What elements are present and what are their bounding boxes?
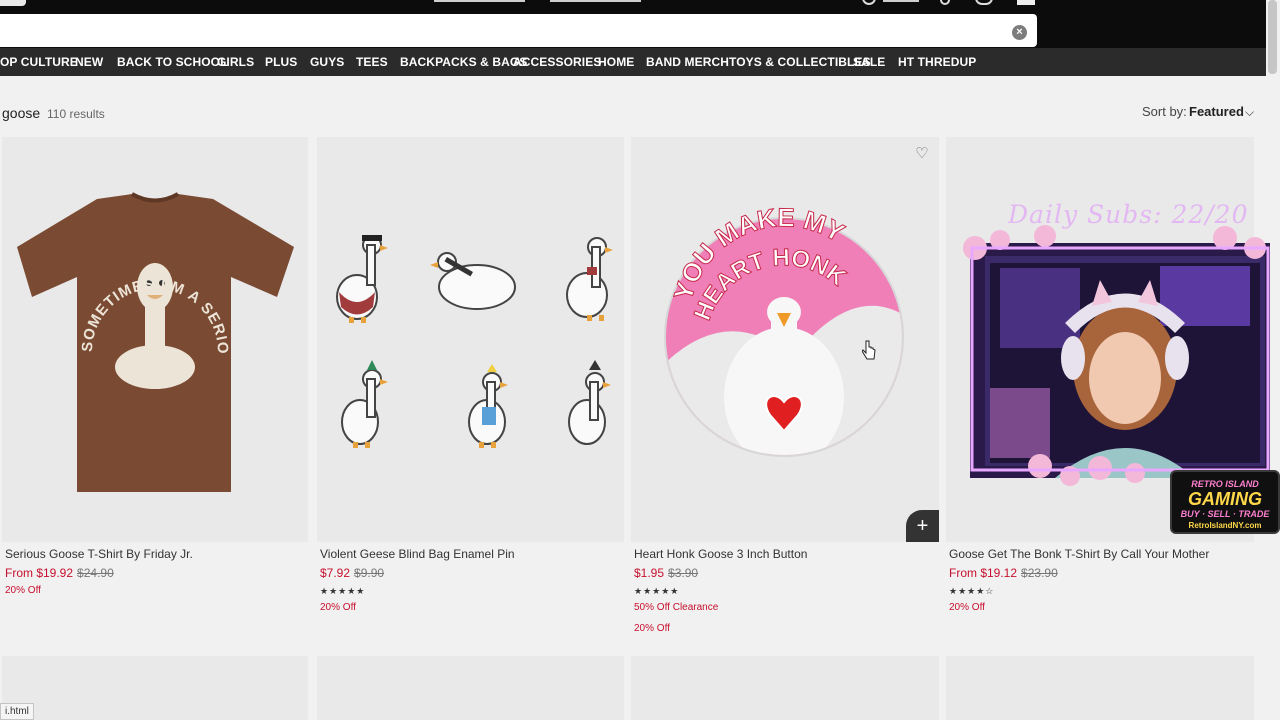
- chevron-down-icon[interactable]: ⌵: [1245, 105, 1254, 120]
- nav-item-home[interactable]: HOME: [598, 55, 634, 69]
- nav-item-girls[interactable]: GIRLS: [217, 55, 254, 69]
- product-image[interactable]: [317, 137, 624, 542]
- sale-price: $7.92: [320, 566, 351, 580]
- product-title[interactable]: Goose Get The Bonk T-Shirt By Call Your …: [949, 547, 1209, 561]
- nav-item-back-to-school[interactable]: BACK TO SCHOOL: [117, 55, 228, 69]
- header-link-underline[interactable]: [434, 0, 525, 2]
- wishlist-icon[interactable]: [940, 0, 950, 5]
- rating-stars: ★★★★☆: [949, 586, 995, 596]
- sale-price: From $19.92: [5, 566, 74, 580]
- site-header: ×: [0, 0, 1280, 48]
- original-price: $3.90: [668, 566, 699, 580]
- product-price: $7.92 $9.90: [320, 566, 384, 580]
- nav-item-sale[interactable]: SALE: [853, 55, 885, 69]
- nav-item-ht-thredup[interactable]: HT THREDUP: [898, 55, 976, 69]
- product-image[interactable]: [946, 656, 1254, 720]
- nav-item-guys[interactable]: GUYS: [310, 55, 344, 69]
- product-image[interactable]: YOU MAKE MY HEART HONK: [631, 137, 939, 542]
- mouse-cursor-icon: [862, 340, 876, 360]
- clearance-badge: 50% Off Clearance: [634, 602, 719, 613]
- product-price: From $19.12 $23.90: [949, 566, 1058, 580]
- search-bar: [0, 14, 1037, 47]
- site-logo[interactable]: [0, 0, 26, 6]
- product-image[interactable]: [2, 656, 308, 720]
- wishlist-heart-icon[interactable]: ♡: [912, 145, 932, 163]
- discount-badge: 20% Off: [634, 623, 670, 634]
- nav-item-plus[interactable]: PLUS: [265, 55, 297, 69]
- category-nav: OP CULTURE NEW BACK TO SCHOOL GIRLS PLUS…: [0, 48, 1280, 76]
- nav-item-toys-collectibles[interactable]: TOYS & COLLECTIBLES: [729, 55, 871, 69]
- discount-badge: 20% Off: [320, 602, 356, 613]
- shirt-print-text: SOMETIMES I'M A SERIOUS GOOSE: [2, 137, 231, 355]
- sort-label: Sort by:: [1142, 104, 1187, 119]
- nav-item-accessories[interactable]: ACCESSORIES: [513, 55, 601, 69]
- menu-icon[interactable]: [1017, 0, 1035, 5]
- product-image[interactable]: [317, 656, 624, 720]
- product-title[interactable]: Violent Geese Blind Bag Enamel Pin: [320, 547, 515, 561]
- search-input[interactable]: [10, 20, 990, 42]
- rating-stars: ★★★★★: [634, 586, 680, 596]
- scrollbar-thumb[interactable]: [1268, 0, 1277, 74]
- nav-item-backpacks-bags[interactable]: BACKPACKS & BAGS: [400, 55, 527, 69]
- rating-stars: ★★★★★: [320, 586, 366, 596]
- product-price: From $19.92 $24.90: [5, 566, 114, 580]
- account-icon[interactable]: [862, 0, 876, 5]
- sale-price: From $19.12: [949, 566, 1018, 580]
- product-price: $1.95 $3.90: [634, 566, 698, 580]
- original-price: $23.90: [1021, 566, 1058, 580]
- original-price: $9.90: [354, 566, 385, 580]
- search-query: goose: [2, 105, 41, 121]
- nav-item-pop-culture[interactable]: OP CULTURE: [0, 55, 78, 69]
- result-count: 110 results: [47, 107, 105, 121]
- clear-search-icon[interactable]: ×: [1012, 25, 1027, 40]
- account-link-underline[interactable]: [883, 0, 919, 2]
- original-price: $24.90: [77, 566, 114, 580]
- webcam-overlay: [963, 225, 1270, 486]
- product-image[interactable]: [631, 656, 939, 720]
- quick-add-button[interactable]: +: [906, 510, 939, 542]
- status-bar-url: i.html: [0, 703, 34, 720]
- product-title[interactable]: Serious Goose T-Shirt By Friday Jr.: [5, 547, 193, 561]
- svg-text:SOMETIMES I'M A SERIOUS GOOSE: SOMETIMES I'M A SERIOUS GOOSE: [2, 137, 231, 355]
- discount-badge: 20% Off: [5, 585, 41, 596]
- cart-icon[interactable]: [975, 0, 993, 5]
- nav-item-band-merch[interactable]: BAND MERCH: [646, 55, 729, 69]
- sort-dropdown[interactable]: Featured: [1189, 104, 1244, 119]
- nav-item-tees[interactable]: TEES: [356, 55, 388, 69]
- sale-price: $1.95: [634, 566, 665, 580]
- sponsor-text: GAMING: [1188, 489, 1262, 509]
- sponsor-text: BUY · SELL · TRADE: [1180, 509, 1270, 519]
- discount-badge: 20% Off: [949, 602, 985, 613]
- sponsor-logo: RETRO ISLAND GAMING BUY · SELL · TRADE R…: [1170, 470, 1280, 534]
- nav-item-new[interactable]: NEW: [75, 55, 103, 69]
- product-title[interactable]: Heart Honk Goose 3 Inch Button: [634, 547, 807, 561]
- sponsor-text: RetroIslandNY.com: [1188, 521, 1262, 530]
- header-link-underline[interactable]: [550, 0, 641, 2]
